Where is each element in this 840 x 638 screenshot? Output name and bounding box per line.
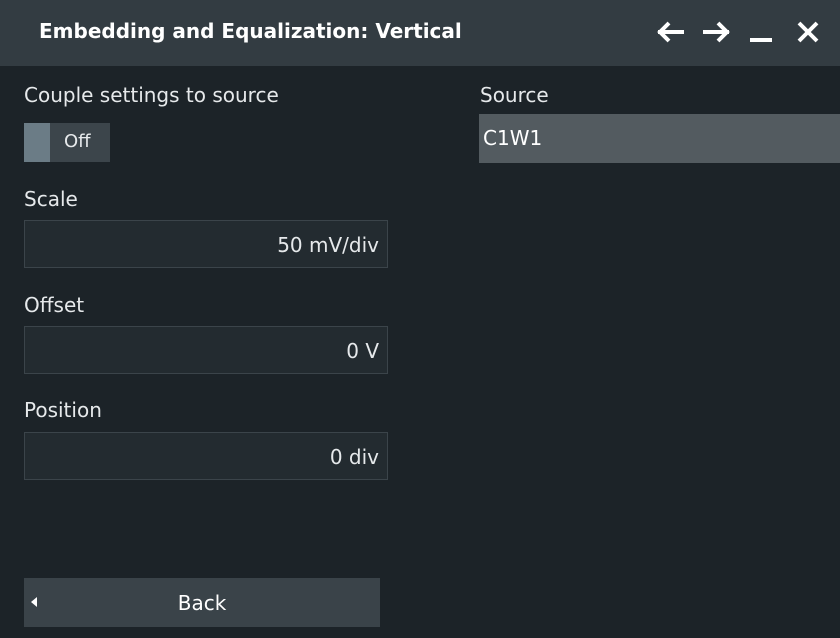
arrow-right-icon[interactable] — [701, 14, 731, 50]
toggle-knob — [24, 123, 50, 162]
position-value: 0 div — [329, 445, 379, 469]
source-label: Source — [480, 83, 549, 107]
scale-label: Scale — [24, 187, 78, 211]
scale-value: 50 mV/div — [277, 233, 379, 257]
back-button-label: Back — [177, 591, 227, 615]
couple-settings-toggle[interactable]: Off — [24, 123, 110, 162]
dialog-title: Embedding and Equalization: Vertical — [39, 19, 462, 43]
position-field[interactable]: 0 div — [24, 432, 388, 480]
arrow-left-icon[interactable] — [656, 14, 686, 50]
source-select[interactable]: C1W1 — [479, 114, 840, 163]
source-value: C1W1 — [483, 126, 543, 150]
offset-field[interactable]: 0 V — [24, 326, 388, 374]
position-label: Position — [24, 398, 102, 422]
back-button[interactable]: Back — [24, 578, 380, 627]
minimize-icon[interactable] — [746, 14, 776, 50]
offset-label: Offset — [24, 293, 85, 317]
vertical-settings-dialog: Embedding and Equalization: Vertical Cou… — [0, 0, 840, 638]
offset-value: 0 V — [346, 339, 379, 363]
toggle-state: Off — [64, 131, 91, 152]
couple-settings-label: Couple settings to source — [24, 83, 279, 107]
title-bar: Embedding and Equalization: Vertical — [0, 0, 840, 66]
scale-field[interactable]: 50 mV/div — [24, 220, 388, 268]
close-icon[interactable] — [793, 14, 823, 50]
